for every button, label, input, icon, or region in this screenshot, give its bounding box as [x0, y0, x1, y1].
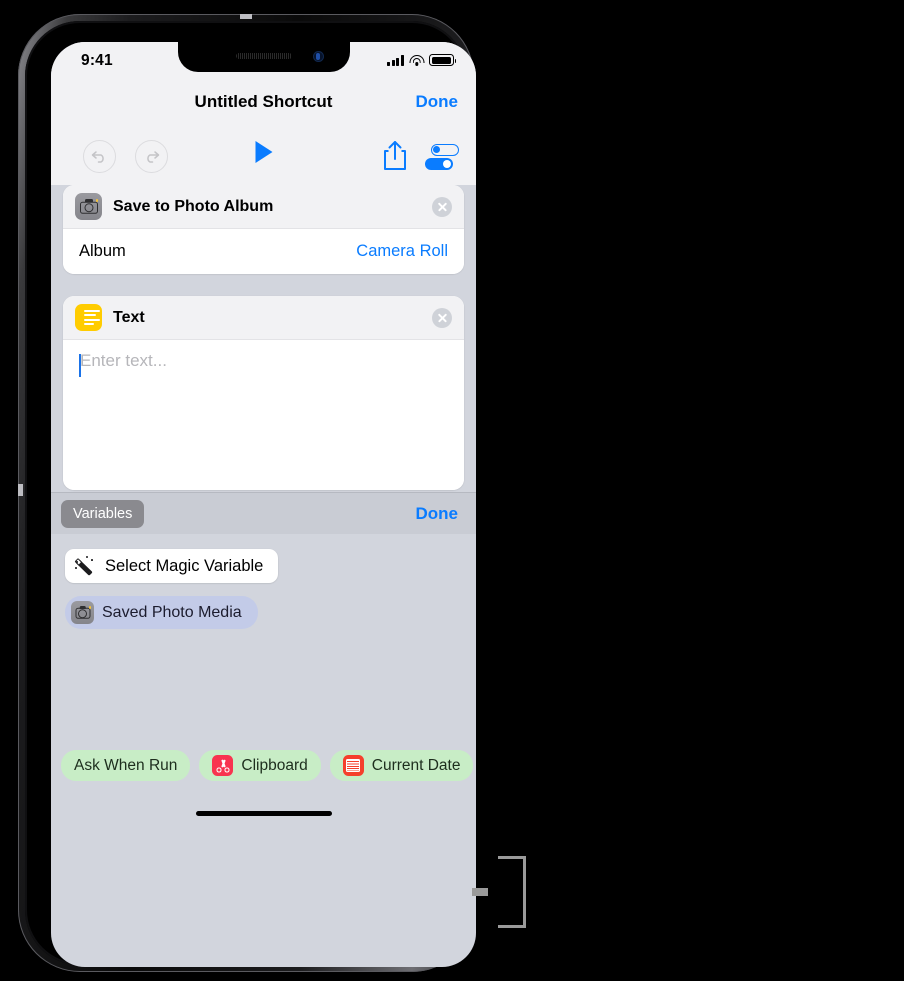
undo-icon — [91, 151, 104, 163]
camera-icon — [71, 601, 94, 624]
variables-panel: Select Magic Variable Saved Photo Media … — [51, 534, 476, 829]
scissors-icon — [212, 755, 234, 776]
magic-variable-label: Select Magic Variable — [105, 556, 264, 575]
page-title: Untitled Shortcut — [194, 92, 333, 111]
signal-bars-icon — [386, 55, 404, 66]
undo-button[interactable] — [83, 140, 116, 173]
variables-toggle-button[interactable]: Variables — [61, 499, 145, 528]
nav-done-button[interactable]: Done — [416, 92, 459, 112]
status-bar-time: 9:41 — [81, 52, 113, 69]
select-magic-variable-button[interactable]: Select Magic Variable — [65, 549, 279, 583]
action-title: Text — [113, 308, 145, 326]
calendar-icon — [342, 755, 364, 776]
shortcut-settings-button[interactable] — [425, 144, 459, 170]
camera-icon — [75, 193, 102, 220]
antenna-line-left — [18, 484, 23, 496]
close-circle-icon[interactable] — [432, 196, 452, 217]
redo-button[interactable] — [135, 140, 168, 173]
chip-clipboard[interactable]: Clipboard — [199, 750, 321, 781]
text-cursor — [79, 354, 81, 377]
toggle-switch-icon-bottom — [425, 158, 453, 170]
redo-icon — [147, 151, 160, 163]
text-input-placeholder: Enter text... — [80, 351, 167, 370]
text-input-field[interactable]: Enter text... — [63, 340, 464, 490]
wifi-icon — [409, 55, 424, 66]
editor-toolbar — [51, 128, 476, 185]
parameter-label: Album — [79, 242, 126, 260]
action-header[interactable]: Save to Photo Album — [63, 185, 464, 229]
iphone-device-frame: 9:41 Untitled Shortcut Done Save to Phot… — [18, 14, 476, 972]
chip-ask-when-run[interactable]: Ask When Run — [61, 750, 191, 781]
phone-screen: 9:41 Untitled Shortcut Done Save to Phot… — [51, 42, 476, 967]
card-spacer — [51, 274, 476, 296]
suggested-variables-row: Ask When Run Clipboard Current Date — [51, 750, 476, 781]
front-camera-icon — [312, 51, 324, 62]
earpiece-speaker-icon — [235, 53, 292, 59]
action-header[interactable]: Text — [63, 296, 464, 340]
close-circle-icon[interactable] — [432, 307, 452, 328]
magic-wand-icon — [74, 556, 96, 576]
antenna-line-top — [240, 14, 252, 19]
status-bar-indicators — [386, 54, 457, 66]
chip-label: Clipboard — [241, 756, 308, 774]
callout-bracket — [472, 856, 526, 928]
variable-chip-saved-photo-media[interactable]: Saved Photo Media — [65, 596, 258, 629]
variable-chip-label: Saved Photo Media — [102, 603, 242, 621]
text-lines-icon — [75, 304, 102, 331]
display-notch — [177, 42, 350, 72]
parameter-value[interactable]: Camera Roll — [356, 242, 448, 261]
chip-current-date[interactable]: Current Date — [329, 750, 474, 781]
accessory-done-button[interactable]: Done — [416, 504, 459, 524]
run-shortcut-button[interactable] — [255, 141, 272, 163]
actions-list[interactable]: Save to Photo Album Album Camera Roll Te… — [51, 185, 476, 492]
action-card-save-to-photo-album[interactable]: Save to Photo Album Album Camera Roll — [63, 185, 464, 274]
action-parameter-row[interactable]: Album Camera Roll — [63, 229, 464, 274]
screenshot-root: 9:41 Untitled Shortcut Done Save to Phot… — [0, 0, 904, 981]
home-indicator[interactable] — [195, 811, 332, 816]
action-card-text[interactable]: Text Enter text... — [63, 296, 464, 490]
navigation-bar: Untitled Shortcut Done — [51, 80, 476, 128]
chip-label: Current Date — [371, 756, 461, 774]
toggle-switch-icon-top — [431, 144, 459, 156]
share-icon — [384, 141, 406, 170]
battery-icon — [429, 54, 457, 66]
share-button[interactable] — [382, 140, 408, 172]
chip-label: Ask When Run — [74, 756, 178, 774]
action-title: Save to Photo Album — [113, 197, 274, 215]
keyboard-accessory-bar: Variables Done — [51, 492, 476, 534]
